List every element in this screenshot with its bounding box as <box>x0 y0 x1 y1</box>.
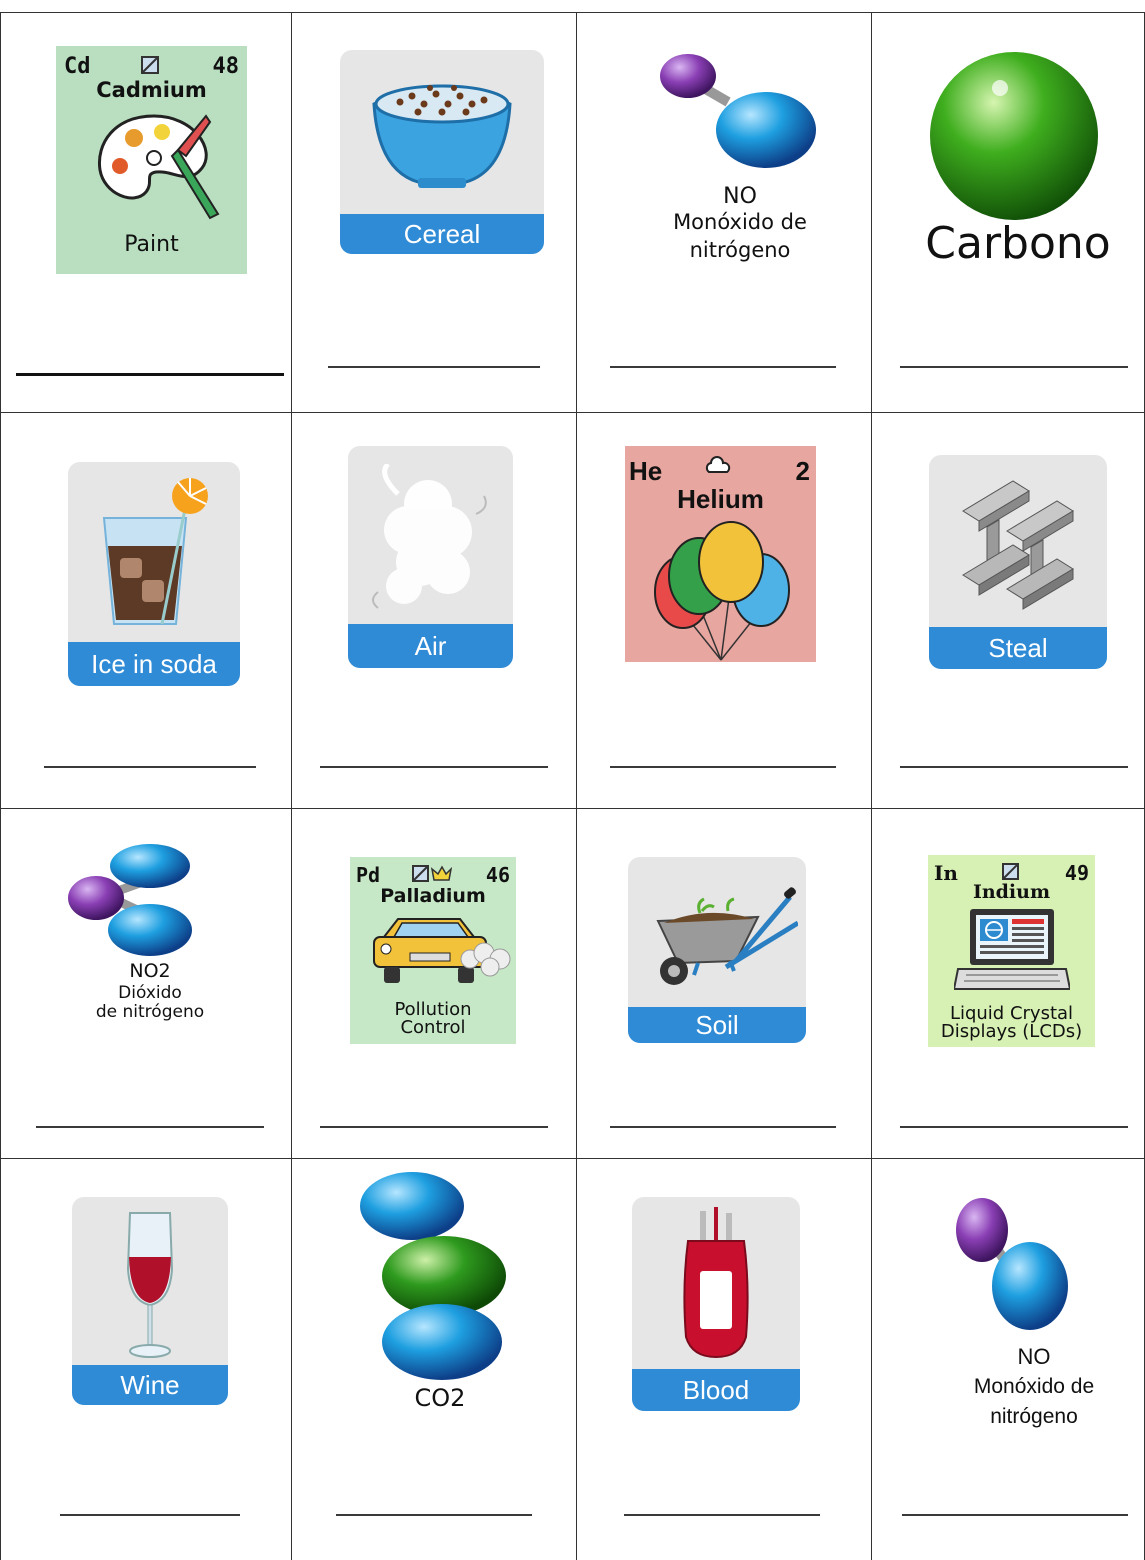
card-label: Blood <box>632 1369 800 1411</box>
no-formula: NO <box>723 184 757 209</box>
answer-line <box>320 1126 548 1128</box>
car-exhaust-icon <box>373 918 511 983</box>
answer-line <box>900 366 1128 368</box>
indium-element-card: In 49 Indium Liquid Crystal Displays (LC… <box>928 855 1095 1047</box>
no-name-line2: nitrógeno <box>689 238 791 262</box>
wine-glass-icon <box>126 1212 174 1358</box>
cadmium-element-card: Cd 48 Cadmium Paint <box>56 46 247 274</box>
answer-line <box>320 766 548 768</box>
element-use-line2: Displays (LCDs) <box>940 1021 1083 1042</box>
element-name: Palladium <box>380 885 486 907</box>
answer-line <box>902 1514 1128 1516</box>
no2-molecule-icon <box>68 844 192 956</box>
wheelbarrow-icon <box>656 887 798 985</box>
soda-glass-icon <box>102 478 208 625</box>
element-name: Indium <box>972 881 1051 903</box>
cereal-card: Cereal <box>340 50 544 254</box>
answer-line <box>16 373 284 376</box>
no-name-line1: Monóxido de <box>973 1375 1095 1398</box>
steal-card: Steal <box>929 455 1107 669</box>
element-symbol: He <box>629 456 663 486</box>
grid-row-line-3 <box>0 1158 1145 1159</box>
element-use-line2: Control <box>400 1017 466 1038</box>
cloud-icon <box>705 456 731 473</box>
cereal-bowl-icon <box>372 84 512 188</box>
no2-formula: NO2 <box>129 960 171 982</box>
blood-bag-icon <box>683 1207 749 1359</box>
element-symbol: Cd <box>64 54 91 79</box>
grid-col-line-3 <box>871 12 872 1560</box>
grid-row-line-2 <box>0 808 1145 809</box>
answer-line <box>36 1126 264 1128</box>
paint-palette-icon <box>97 114 220 220</box>
element-icon <box>141 56 159 74</box>
answer-line <box>610 1126 836 1128</box>
co2-molecule-icon <box>360 1172 506 1380</box>
helium-element-card: He 2 Helium <box>625 446 816 662</box>
no-molecule-icon <box>660 54 816 168</box>
element-name: Cadmium <box>96 78 207 102</box>
air-cloud-icon <box>372 464 487 609</box>
palladium-element-card: Pd 46 Palladium Pollution Control <box>350 857 516 1044</box>
co2-formula: CO2 <box>414 1384 466 1412</box>
grid-row-line-1 <box>0 412 1145 413</box>
grid-col-line-2 <box>576 12 577 1560</box>
card-label: Wine <box>72 1365 228 1405</box>
no-molecule-icon <box>956 1198 1068 1330</box>
element-number: 48 <box>212 54 240 79</box>
grid-top-line <box>0 12 1145 13</box>
element-number: 46 <box>485 863 510 887</box>
blood-card: Blood <box>632 1197 800 1411</box>
element-icons <box>412 865 452 882</box>
carbono-label: Carbono <box>925 218 1111 269</box>
no2-name-line2: de nitrógeno <box>95 1002 205 1022</box>
answer-line <box>900 1126 1128 1128</box>
balloons-icon <box>654 521 790 661</box>
element-icon <box>1002 863 1019 880</box>
wine-card: Wine <box>72 1197 228 1405</box>
answer-line <box>610 766 836 768</box>
answer-line <box>44 766 256 768</box>
grid-col-line-1 <box>291 12 292 1560</box>
card-label: Ice in soda <box>68 642 240 686</box>
answer-line <box>624 1514 820 1516</box>
air-card: Air <box>348 446 513 668</box>
answer-line <box>336 1514 532 1516</box>
element-symbol: Pd <box>356 863 381 887</box>
no-name-line2: nitrógeno <box>990 1405 1078 1428</box>
card-label: Air <box>348 624 513 668</box>
ice-in-soda-card: Ice in soda <box>68 462 240 686</box>
steel-beams-icon <box>962 480 1074 610</box>
card-label: Soil <box>628 1007 806 1043</box>
answer-line <box>610 366 836 368</box>
grid-col-line-0 <box>0 12 1 1560</box>
element-name: Helium <box>677 484 764 514</box>
answer-line <box>60 1514 240 1516</box>
answer-line <box>328 366 540 368</box>
soil-card: Soil <box>628 857 806 1043</box>
card-label: Cereal <box>340 214 544 254</box>
element-number: 2 <box>795 456 810 486</box>
no2-name-line1: Dióxido <box>118 983 182 1003</box>
laptop-icon <box>954 909 1070 990</box>
no-formula: NO <box>1017 1344 1051 1369</box>
answer-line <box>900 766 1128 768</box>
card-label: Steal <box>929 627 1107 669</box>
element-use: Paint <box>124 232 179 257</box>
carbon-atom-icon <box>930 52 1098 220</box>
no-name-line1: Monóxido de <box>673 210 807 234</box>
